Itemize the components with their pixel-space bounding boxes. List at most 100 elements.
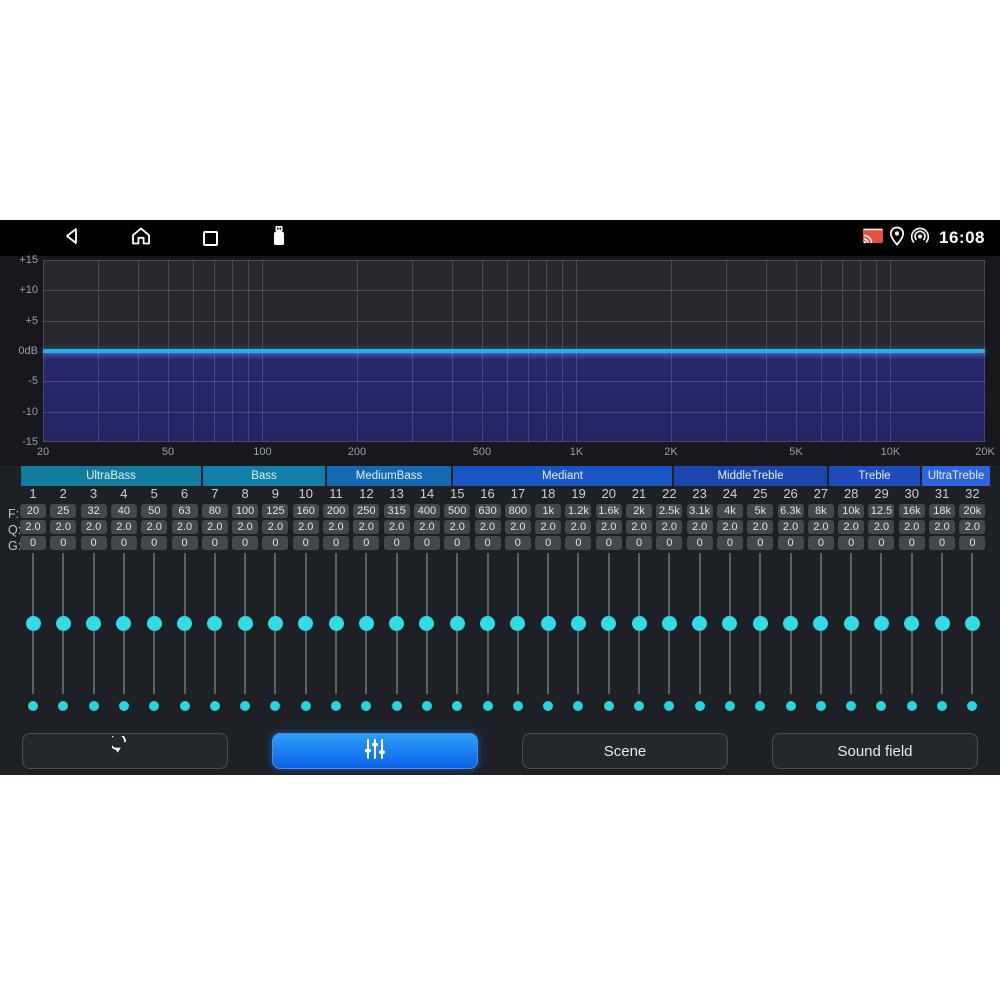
back-icon — [62, 226, 82, 251]
band-slider-thumb[interactable] — [662, 616, 677, 631]
eq-graph: +15+10+50dB-5-10-1520501002005001K2K5K10… — [0, 256, 1000, 466]
band-slider-thumb[interactable] — [298, 616, 313, 631]
scene-button-label: Scene — [604, 743, 647, 760]
band-frequency-value: 500 — [444, 504, 470, 518]
band-gain-value: 0 — [687, 536, 713, 550]
band-slider-thumb[interactable] — [238, 616, 253, 631]
band-slider-thumb[interactable] — [419, 616, 434, 631]
band-frequency-value: 63 — [172, 504, 198, 518]
band-frequency-value: 10k — [838, 504, 864, 518]
band-slider-thumb[interactable] — [86, 616, 101, 631]
band-frequency-value: 400 — [414, 504, 440, 518]
band-q-value: 2.0 — [172, 520, 198, 534]
band-indicator-dot — [755, 701, 765, 711]
band-slider-thumb[interactable] — [26, 616, 41, 631]
eq-plot — [43, 260, 985, 442]
band-frequency-value: 40 — [111, 504, 137, 518]
band-slider-thumb[interactable] — [874, 616, 889, 631]
reset-button[interactable] — [22, 733, 228, 769]
x-axis-label: 10K — [868, 446, 912, 458]
band-q-value: 2.0 — [232, 520, 258, 534]
band-slider-thumb[interactable] — [601, 616, 616, 631]
band-frequency-value: 4k — [717, 504, 743, 518]
band-q-value: 2.0 — [535, 520, 561, 534]
band-frequency-value: 6.3k — [778, 504, 804, 518]
bands-area: F: Q: G: 1202.002252.003322.004402.00550… — [0, 480, 1000, 733]
x-axis-label: 500 — [460, 446, 504, 458]
band-slider-thumb[interactable] — [207, 616, 222, 631]
band-slider-thumb[interactable] — [450, 616, 465, 631]
band-q-value: 2.0 — [838, 520, 864, 534]
eq-response-curve — [43, 349, 985, 353]
band-slider-thumb[interactable] — [177, 616, 192, 631]
band-slider-thumb[interactable] — [844, 616, 859, 631]
reset-arrow-icon — [112, 736, 138, 766]
x-axis-label: 5K — [774, 446, 818, 458]
band-gain-value: 0 — [172, 536, 198, 550]
band-q-value: 2.0 — [202, 520, 228, 534]
band-slider-thumb[interactable] — [147, 616, 162, 631]
band-slider-thumb[interactable] — [692, 616, 707, 631]
gridline-horizontal — [43, 290, 985, 291]
band-number: 25 — [745, 486, 775, 501]
band-q-value: 2.0 — [565, 520, 591, 534]
band-number: 32 — [957, 486, 987, 501]
band-gain-value: 0 — [565, 536, 591, 550]
band-q-value: 2.0 — [626, 520, 652, 534]
back-button[interactable] — [60, 226, 84, 250]
band-q-value: 2.0 — [747, 520, 773, 534]
band-gain-value: 0 — [353, 536, 379, 550]
sound-field-button[interactable]: Sound field — [772, 733, 978, 769]
band-slider-thumb[interactable] — [722, 616, 737, 631]
band-gain-value: 0 — [596, 536, 622, 550]
band-indicator-dot — [634, 701, 644, 711]
band-gain-value: 0 — [747, 536, 773, 550]
band-indicator-dot — [604, 701, 614, 711]
band-q-value: 2.0 — [929, 520, 955, 534]
band-indicator-dot — [149, 701, 159, 711]
band-frequency-value: 18k — [929, 504, 955, 518]
band-q-value: 2.0 — [959, 520, 985, 534]
band-slider-thumb[interactable] — [783, 616, 798, 631]
band-number: 17 — [503, 486, 533, 501]
band-slider-thumb[interactable] — [813, 616, 828, 631]
band-slider-thumb[interactable] — [268, 616, 283, 631]
band-q-value: 2.0 — [505, 520, 531, 534]
band-slider-thumb[interactable] — [965, 616, 980, 631]
band-slider-thumb[interactable] — [753, 616, 768, 631]
band-slider-thumb[interactable] — [541, 616, 556, 631]
band-indicator-dot — [483, 701, 493, 711]
band-number: 22 — [654, 486, 684, 501]
scene-button[interactable]: Scene — [522, 733, 728, 769]
band-gain-value: 0 — [808, 536, 834, 550]
band-indicator-dot — [452, 701, 462, 711]
usb-indicator — [267, 226, 291, 250]
band-slider-thumb[interactable] — [359, 616, 374, 631]
band-frequency-value: 80 — [202, 504, 228, 518]
band-slider-thumb[interactable] — [329, 616, 344, 631]
band-slider-thumb[interactable] — [389, 616, 404, 631]
band-frequency-value: 315 — [384, 504, 410, 518]
band-gain-value: 0 — [626, 536, 652, 550]
band-indicator-dot — [907, 701, 917, 711]
y-axis-label: -5 — [0, 375, 38, 387]
band-slider-thumb[interactable] — [571, 616, 586, 631]
band-slider-thumb[interactable] — [480, 616, 495, 631]
band-number: 31 — [927, 486, 957, 501]
band-frequency-value: 2.5k — [656, 504, 682, 518]
recents-button[interactable] — [198, 226, 222, 250]
band-frequency-value: 3.1k — [687, 504, 713, 518]
band-slider-thumb[interactable] — [116, 616, 131, 631]
band-number: 12 — [351, 486, 381, 501]
home-button[interactable] — [129, 226, 153, 250]
band-slider-thumb[interactable] — [510, 616, 525, 631]
equalizer-button[interactable] — [272, 733, 478, 769]
band-q-value: 2.0 — [444, 520, 470, 534]
usb-drive-icon — [272, 225, 286, 252]
band-slider-thumb[interactable] — [56, 616, 71, 631]
band-number: 24 — [715, 486, 745, 501]
band-slider-thumb[interactable] — [904, 616, 919, 631]
band-slider-thumb[interactable] — [632, 616, 647, 631]
band-slider-thumb[interactable] — [935, 616, 950, 631]
band-indicator-dot — [89, 701, 99, 711]
